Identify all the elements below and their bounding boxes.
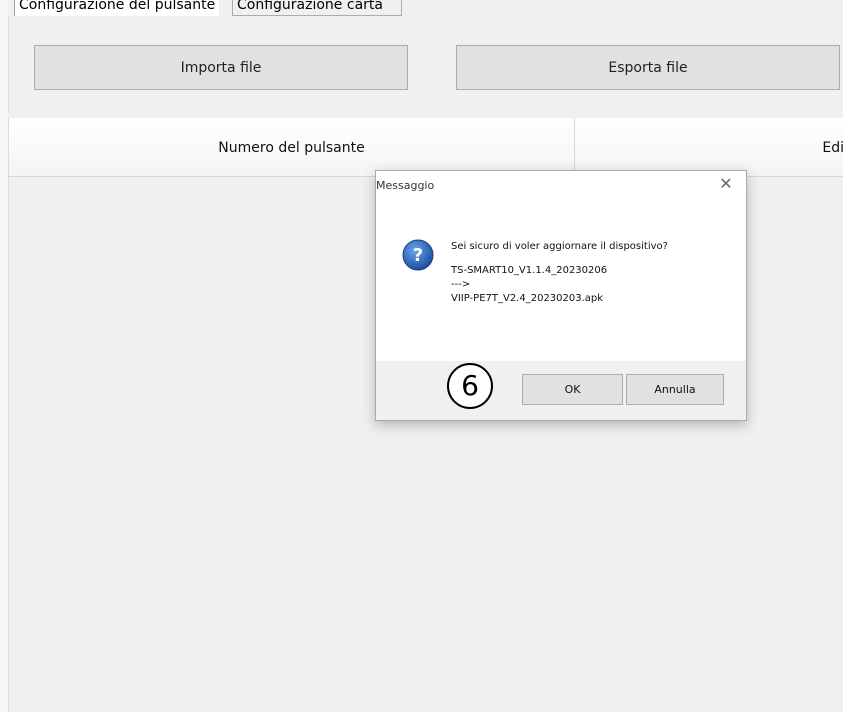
window-left-edge [0,0,8,712]
close-icon[interactable]: ✕ [718,176,734,192]
dialog-title: Messaggio [376,179,435,192]
import-file-button[interactable]: Importa file [34,45,408,90]
dialog-question: Sei sicuro di voler aggiornare il dispos… [451,241,668,252]
cancel-button[interactable]: Annulla [626,374,724,405]
tab-strip: Configurazione del pulsante Configurazio… [0,0,843,16]
ok-button[interactable]: OK [522,374,623,405]
message-dialog: Messaggio ✕ ? Sei sicuro di voler aggior… [375,170,747,421]
current-version: TS-SMART10_V1.1.4_20230206 [451,265,608,276]
target-version: VIIP-PE7T_V2.4_20230203.apk [451,293,604,304]
tab-card-config[interactable]: Configurazione carta [232,0,402,16]
column-header-button-number[interactable]: Numero del pulsante [9,118,575,177]
dialog-message-block: Sei sicuro di voler aggiornare il dispos… [451,240,668,306]
grid-header: Numero del pulsante Edi [9,118,843,177]
tab-button-config[interactable]: Configurazione del pulsante [14,0,220,16]
export-file-button[interactable]: Esporta file [456,45,840,90]
question-icon: ? [402,239,434,271]
dialog-footer: 6 OK Annulla [376,361,746,420]
version-arrow: ---> [451,279,471,290]
step-number-badge: 6 [447,363,493,409]
column-header-edit[interactable]: Edi [575,118,843,177]
svg-text:?: ? [413,245,423,266]
file-toolbar-panel: Importa file Esporta file [8,16,843,112]
